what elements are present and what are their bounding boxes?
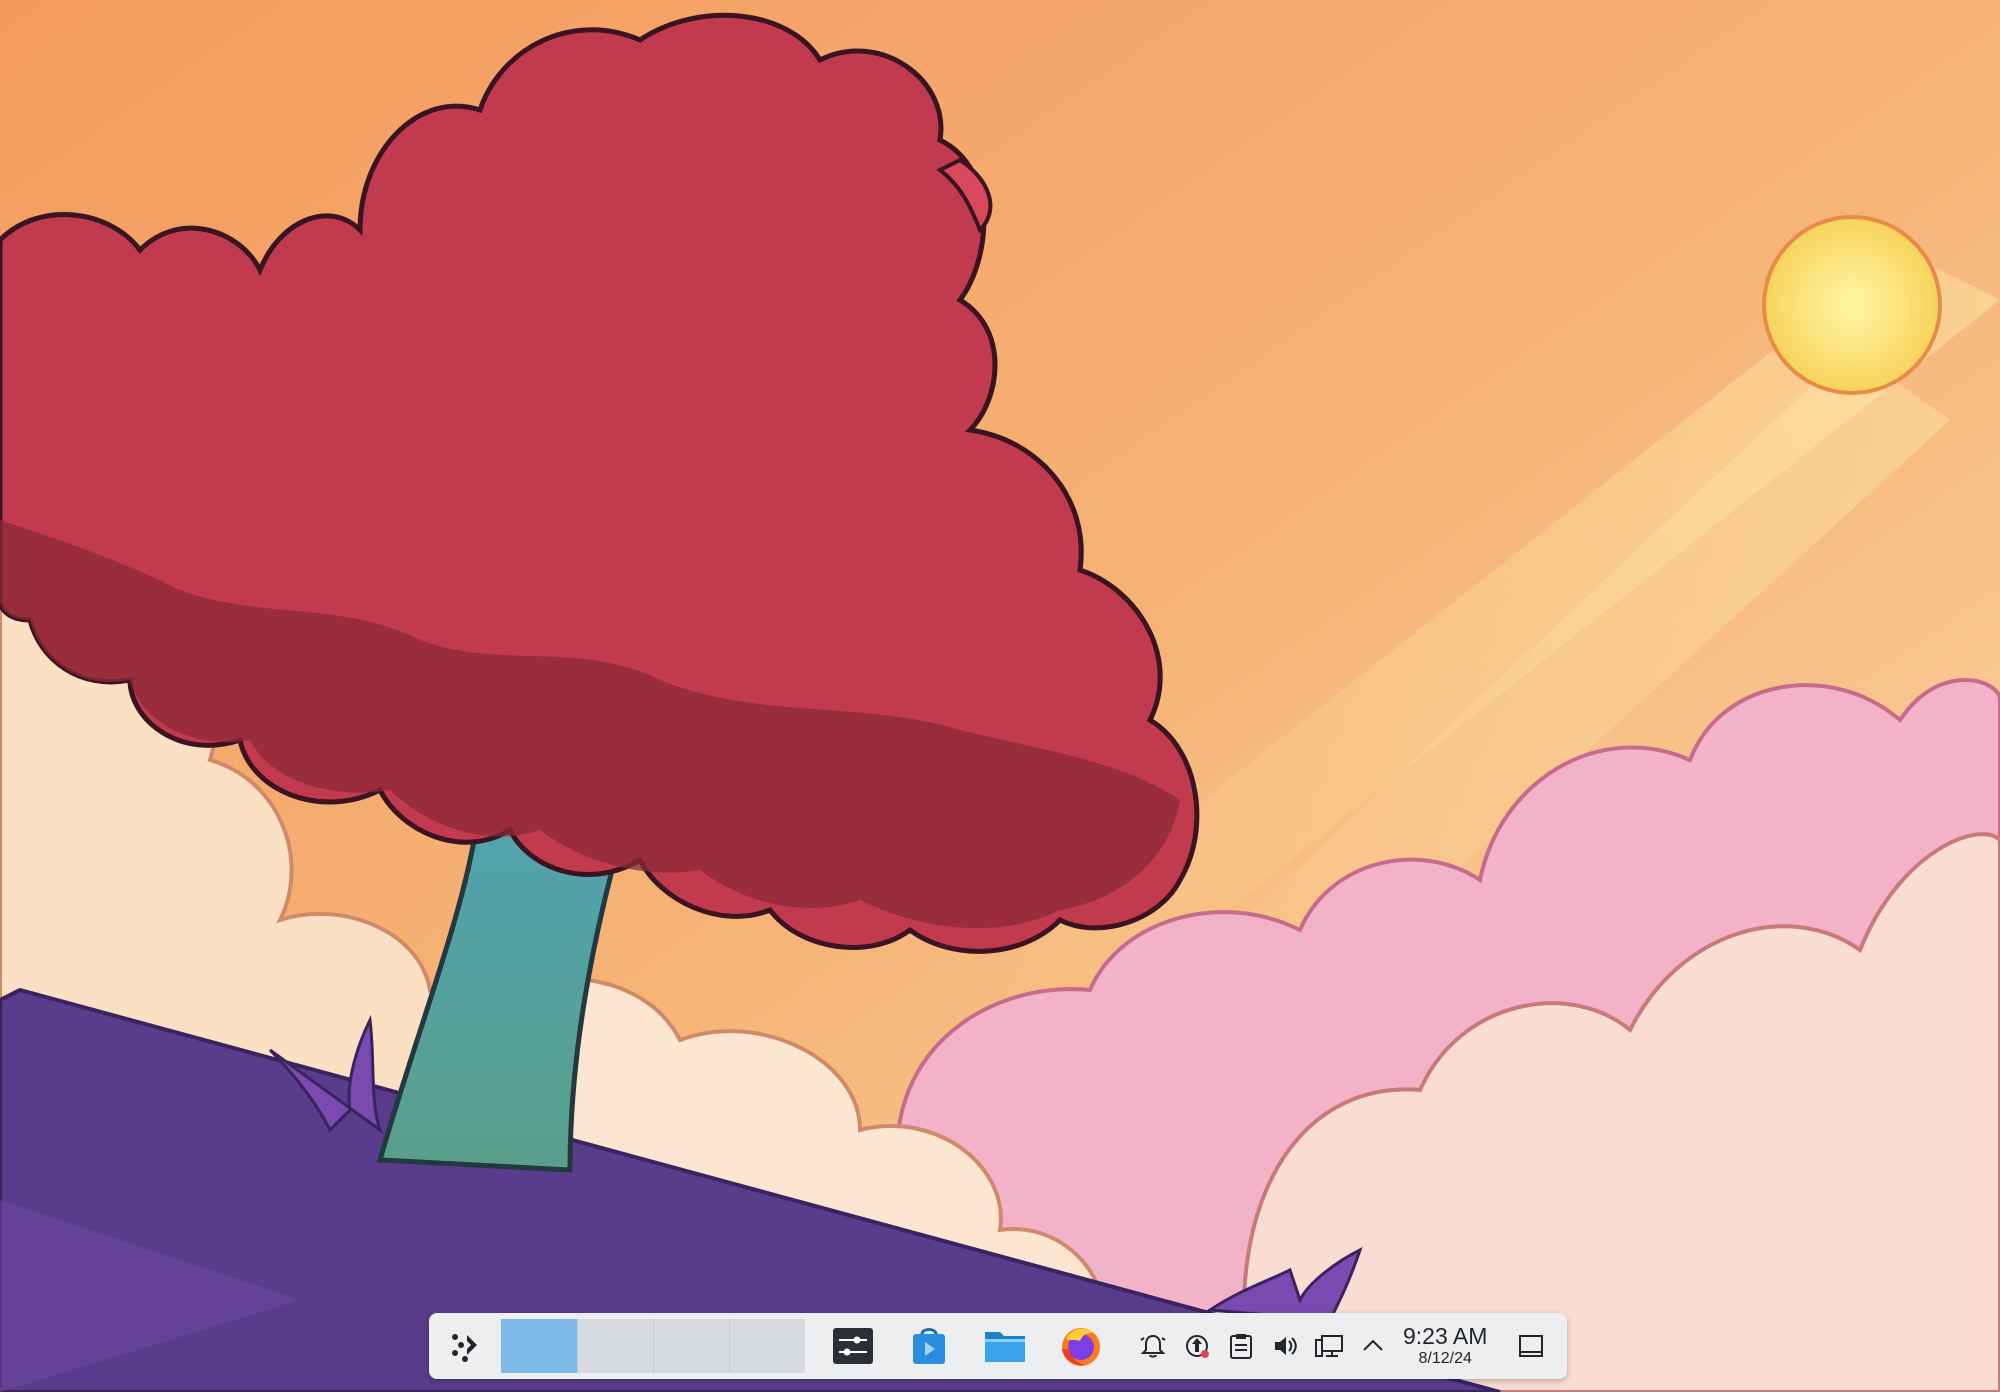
clock-date: 8/12/24 xyxy=(1418,1350,1472,1367)
show-desktop-icon[interactable] xyxy=(1511,1326,1551,1366)
virtual-desktop-4[interactable] xyxy=(729,1319,805,1373)
virtual-desktop-3[interactable] xyxy=(653,1319,729,1373)
task-manager xyxy=(825,1318,1109,1374)
virtual-desktop-2[interactable] xyxy=(577,1319,653,1373)
desktop[interactable]: 9:23 AM 8/12/24 xyxy=(0,0,2000,1392)
digital-clock[interactable]: 9:23 AM 8/12/24 xyxy=(1403,1325,1487,1367)
network-wired-icon[interactable] xyxy=(1313,1326,1345,1366)
dolphin-file-manager-icon[interactable] xyxy=(977,1318,1033,1374)
firefox-icon[interactable] xyxy=(1053,1318,1109,1374)
clipboard-icon[interactable] xyxy=(1225,1326,1257,1366)
volume-icon[interactable] xyxy=(1269,1326,1301,1366)
updates-icon[interactable] xyxy=(1181,1326,1213,1366)
system-tray xyxy=(1137,1326,1389,1366)
notifications-bell-icon[interactable] xyxy=(1137,1326,1169,1366)
discover-store-icon[interactable] xyxy=(901,1318,957,1374)
app-launcher-icon[interactable] xyxy=(439,1321,489,1371)
wallpaper xyxy=(0,0,2000,1392)
system-settings-icon[interactable] xyxy=(825,1318,881,1374)
virtual-desktop-pager xyxy=(501,1319,805,1373)
sun xyxy=(1762,215,1942,395)
chevron-up-icon[interactable] xyxy=(1357,1326,1389,1366)
virtual-desktop-1[interactable] xyxy=(501,1319,577,1373)
taskbar-panel: 9:23 AM 8/12/24 xyxy=(429,1313,1567,1379)
clock-time: 9:23 AM xyxy=(1403,1323,1488,1349)
